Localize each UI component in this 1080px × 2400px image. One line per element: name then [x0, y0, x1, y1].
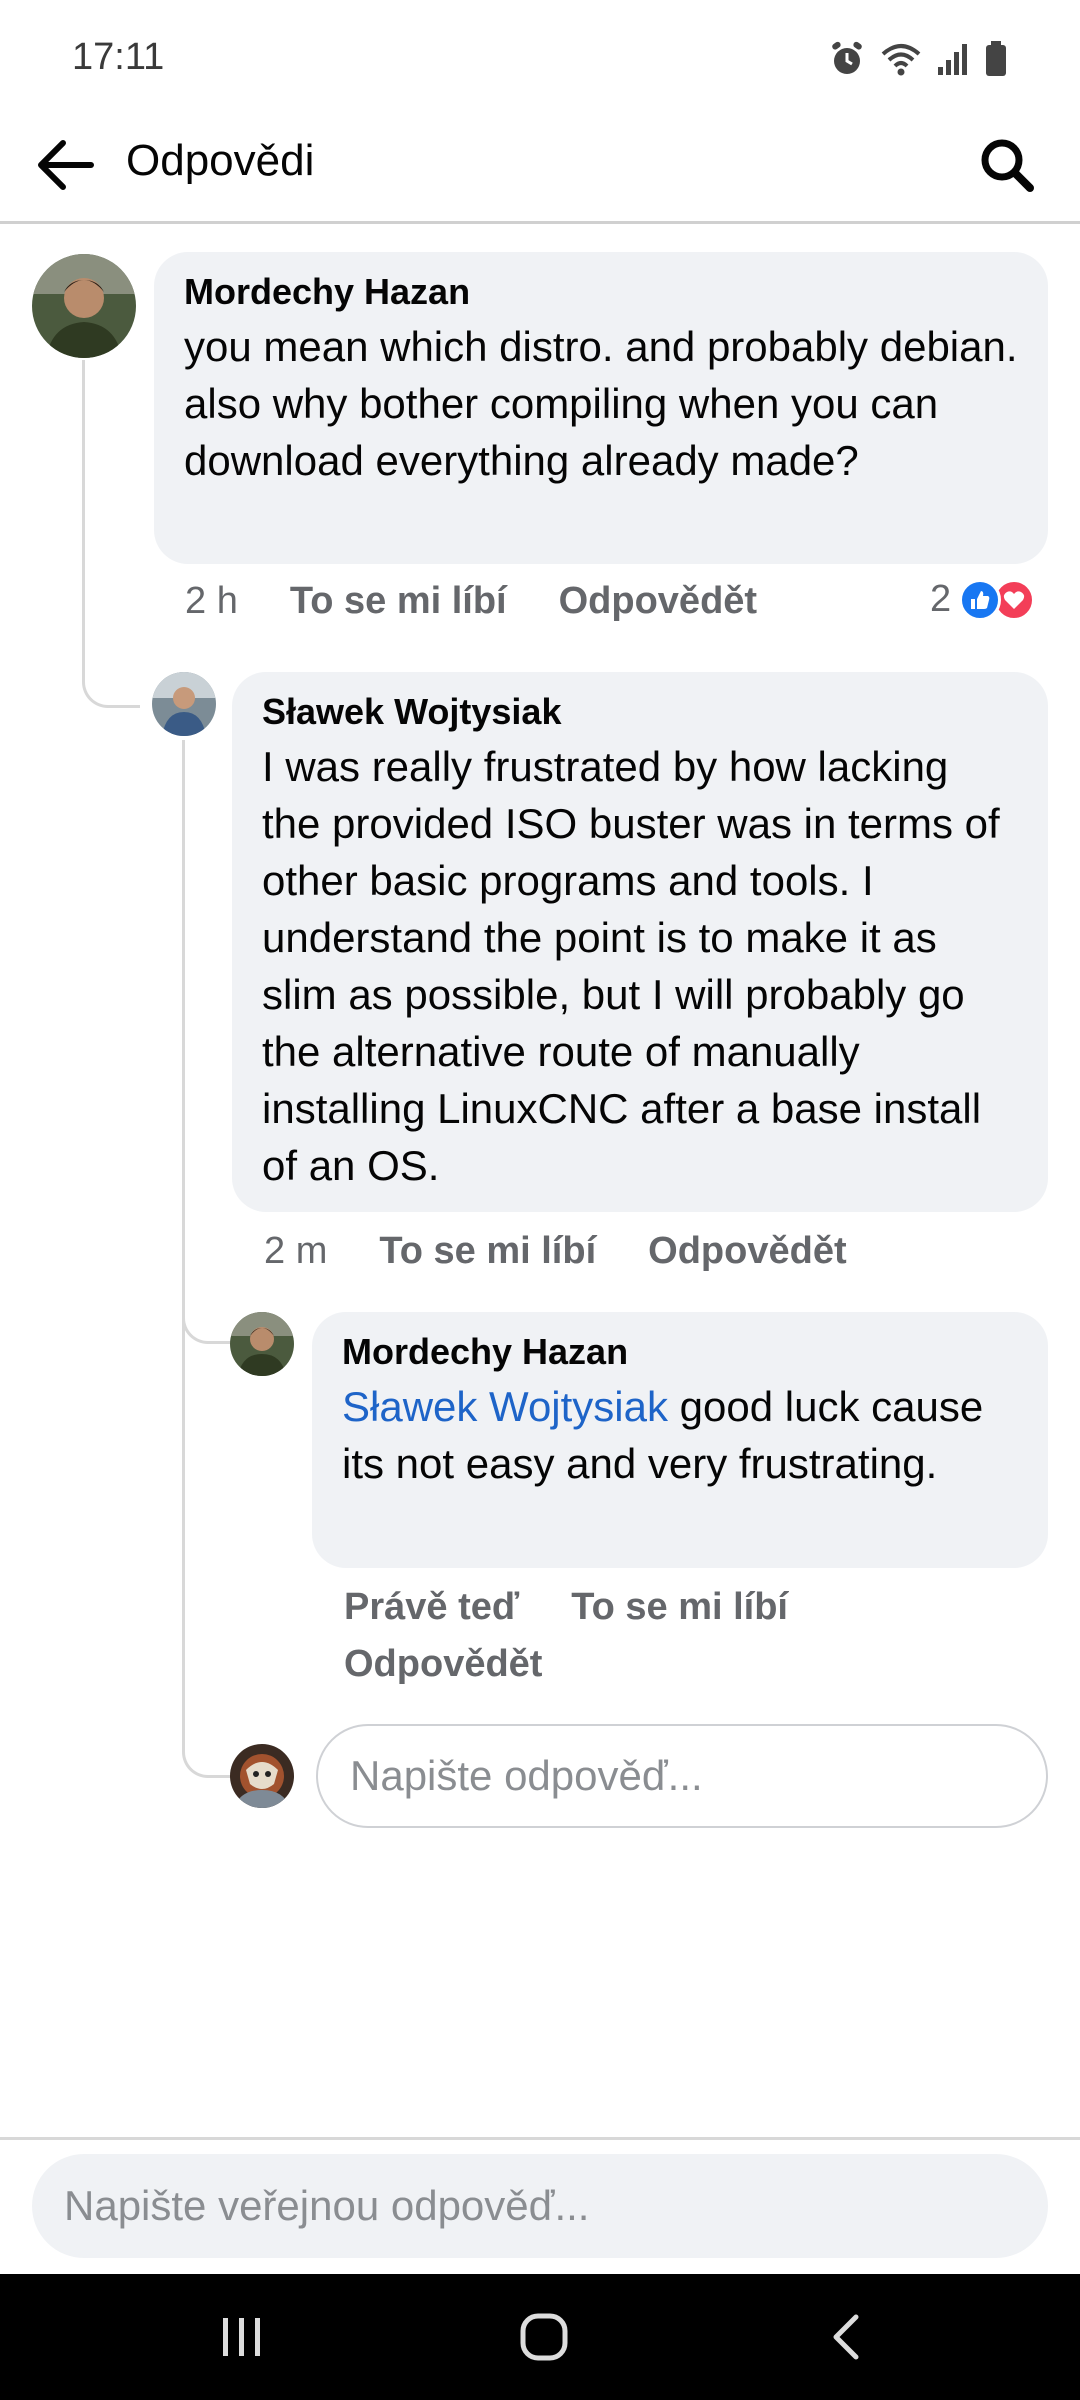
comment-actions: Právě teď To se mi líbí Odpovědět — [344, 1586, 864, 1686]
system-nav-bar — [0, 2274, 1080, 2400]
home-button[interactable] — [504, 2304, 584, 2370]
status-time: 17:11 — [72, 36, 165, 78]
alarm-icon — [828, 40, 866, 78]
reply-input[interactable]: Napište odpověď... — [316, 1724, 1048, 1828]
signal-icon — [936, 41, 970, 77]
comment-text: Sławek Wojtysiak good luck cause its not… — [342, 1378, 1018, 1492]
battery-icon — [984, 40, 1008, 78]
app-header: Odpovědi — [0, 110, 1080, 224]
back-nav-icon — [833, 2314, 859, 2360]
back-arrow-icon — [38, 140, 94, 190]
reaction-count: 2 — [930, 578, 952, 620]
comment-actions: 2 m To se mi líbí Odpovědět — [264, 1230, 847, 1273]
wifi-icon — [880, 40, 922, 78]
comment-time[interactable]: 2 m — [264, 1230, 327, 1273]
public-reply-input[interactable]: Napište veřejnou odpověď... — [32, 2154, 1048, 2258]
like-button[interactable]: To se mi líbí — [290, 580, 507, 623]
status-bar: 17:11 — [0, 0, 1080, 110]
like-reaction-icon — [959, 578, 1002, 621]
status-icons — [828, 40, 1008, 78]
comment-time[interactable]: 2 h — [185, 580, 238, 623]
comment-bubble[interactable]: Mordechy Hazan Sławek Wojtysiak good luc… — [312, 1312, 1048, 1568]
mention-link[interactable]: Sławek Wojtysiak — [342, 1383, 668, 1430]
comment-text: I was really frustrated by how lacking t… — [262, 743, 1000, 1189]
comment-bubble[interactable]: Mordechy Hazan you mean which distro. an… — [154, 252, 1048, 564]
avatar[interactable] — [230, 1312, 294, 1376]
reply-button[interactable]: Odpovědět — [344, 1643, 542, 1686]
comment-author[interactable]: Mordechy Hazan — [342, 1330, 1018, 1374]
back-nav-button[interactable] — [806, 2304, 886, 2370]
thread-line — [182, 740, 232, 1344]
comment-time[interactable]: Právě teď — [344, 1586, 519, 1629]
search-icon — [981, 139, 1034, 192]
thread-line — [82, 360, 140, 708]
page-title: Odpovědi — [126, 136, 315, 185]
reaction-summary[interactable]: 2 — [930, 578, 1036, 621]
comment-text: you mean which distro. and probably debi… — [184, 323, 1018, 484]
search-button[interactable] — [970, 128, 1044, 202]
recents-button[interactable] — [202, 2304, 282, 2370]
avatar[interactable] — [152, 672, 216, 736]
thread-line — [182, 1300, 232, 1778]
avatar[interactable] — [32, 254, 136, 358]
comment-bubble[interactable]: Sławek Wojtysiak I was really frustrated… — [232, 672, 1048, 1212]
reply-button[interactable]: Odpovědět — [559, 580, 757, 623]
comment-author[interactable]: Sławek Wojtysiak — [262, 690, 1018, 734]
comment-actions: 2 h To se mi líbí Odpovědět — [185, 580, 757, 623]
recents-icon — [223, 2318, 260, 2356]
reply-button[interactable]: Odpovědět — [648, 1230, 846, 1273]
home-icon — [520, 2313, 568, 2361]
divider — [0, 2137, 1080, 2140]
comment-author[interactable]: Mordechy Hazan — [184, 270, 1018, 314]
like-button[interactable]: To se mi líbí — [571, 1586, 788, 1629]
avatar — [230, 1744, 294, 1808]
like-button[interactable]: To se mi líbí — [379, 1230, 596, 1273]
back-button[interactable] — [30, 130, 100, 200]
